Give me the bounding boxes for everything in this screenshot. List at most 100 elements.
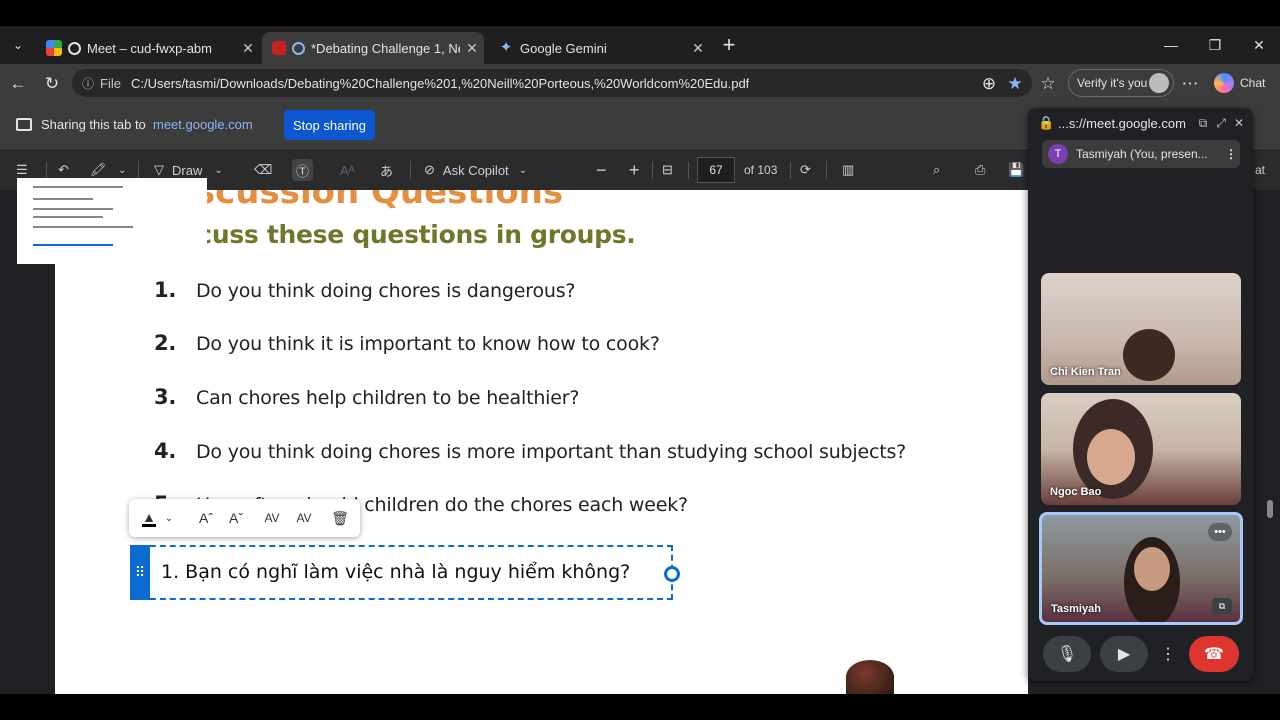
page-subheading: Discuss these questions in groups. — [154, 220, 636, 249]
end-call-icon[interactable]: ☎ — [1189, 636, 1239, 672]
sharing-link[interactable]: meet.google.com — [153, 117, 253, 132]
tile-more-icon[interactable]: ••• — [1208, 523, 1232, 541]
text-format-toolbar: ▲ ⌄ Aˆ Aˇ AV AV 🗑 — [129, 499, 360, 537]
pip-icon[interactable]: ⧉ — [1212, 598, 1232, 614]
expand-icon[interactable]: ⤢ — [1212, 116, 1230, 131]
new-tab-button[interactable]: + — [717, 32, 741, 57]
bottom-letterbox — [0, 694, 1280, 720]
zoom-icon[interactable]: ⊕ — [977, 72, 1001, 96]
favorites-icon[interactable]: ☆ — [1036, 72, 1060, 96]
more-controls-icon[interactable]: ⋮ — [1157, 636, 1179, 672]
resize-handle[interactable] — [664, 566, 680, 582]
chat-button[interactable]: Chat — [1214, 73, 1265, 93]
browser-window: ⌄ Meet – cud-fwxp-abm ✕ *Debating Challe… — [0, 0, 1280, 720]
reload-icon[interactable]: ↻ — [40, 72, 64, 96]
more-options-icon[interactable]: ⋮ — [1222, 147, 1240, 161]
back-to-tab-icon[interactable]: ⧉ — [1194, 116, 1212, 131]
increase-font-size-icon[interactable]: Aˆ — [197, 507, 215, 529]
question-number: 3. — [154, 385, 177, 409]
text-annotation-box[interactable]: ⠿ 1. Bạn có nghĩ làm việc nhà là nguy hi… — [130, 545, 680, 600]
close-tab-icon[interactable]: ✕ — [236, 40, 260, 57]
separator — [410, 161, 411, 179]
drag-handle-icon[interactable]: ⠿ — [130, 545, 150, 600]
thumbnail-text-line — [33, 208, 113, 210]
more-menu-icon[interactable]: ⋯ — [1178, 72, 1202, 96]
verify-identity-button[interactable]: Verify it's you — [1068, 69, 1174, 97]
delete-trash-icon[interactable]: 🗑 — [331, 507, 349, 529]
text-color-icon[interactable]: ▲ — [141, 507, 157, 529]
add-text-icon[interactable]: Ⓣ — [292, 159, 314, 181]
question-number: 2. — [154, 331, 177, 355]
eraser-icon[interactable]: ⌫ — [254, 159, 272, 181]
presenting-banner[interactable]: T Tasmiyah (You, presen... ⋮ — [1042, 140, 1240, 168]
profile-avatar — [1149, 73, 1169, 93]
page-number-input[interactable]: 67 — [697, 157, 735, 183]
fit-page-icon[interactable]: ⊟ — [662, 159, 673, 181]
stop-sharing-button[interactable]: Stop sharing — [284, 110, 375, 140]
tab-search-chevron-icon[interactable]: ⌄ — [6, 33, 30, 57]
rotate-icon[interactable]: ⟳ — [800, 159, 811, 181]
question-item: 1. Do you think doing chores is dangerous… — [154, 278, 576, 302]
save-icon[interactable]: 💾 — [1008, 159, 1024, 181]
ask-copilot-button[interactable]: ⊘ Ask Copilot ⌄ — [424, 159, 527, 181]
screen-share-thumbnail[interactable] — [17, 178, 207, 264]
cutoff-heading: Discussion Questions — [155, 190, 564, 212]
increase-spacing-icon[interactable]: AV — [261, 507, 283, 529]
bookmark-star-icon[interactable]: ★ — [1003, 72, 1027, 96]
tab-strip: ⌄ Meet – cud-fwxp-abm ✕ *Debating Challe… — [0, 26, 1280, 64]
text-annotation-content[interactable]: 1. Bạn có nghĩ làm việc nhà là nguy hiểm… — [161, 561, 630, 583]
search-icon[interactable]: ⌕ — [933, 159, 940, 181]
sharing-text: Sharing this tab to — [41, 117, 146, 132]
zoom-out-icon[interactable]: − — [596, 159, 607, 181]
draw-chevron-icon: ⌄ — [214, 164, 223, 176]
back-arrow-icon[interactable]: ← — [6, 72, 30, 96]
thumbnail-text-line — [33, 216, 103, 218]
close-pip-icon[interactable]: ✕ — [1230, 116, 1248, 130]
copilot-icon: ⊘ — [424, 162, 435, 177]
lock-icon: 🔒 — [1038, 115, 1055, 130]
camera-icon[interactable]: ▶ — [1100, 636, 1148, 672]
maximize-icon[interactable]: ❐ — [1192, 26, 1238, 64]
close-tab-icon[interactable]: ✕ — [460, 40, 484, 57]
pdf-page: Discussion Questions Discuss these quest… — [55, 190, 1028, 694]
tab-pdf[interactable]: *Debating Challenge 1, Neill P ✕ — [262, 32, 484, 64]
decrease-spacing-icon[interactable]: AV — [293, 507, 315, 529]
participant-tile-self[interactable]: ••• ⧉ Tasmiyah — [1039, 512, 1243, 625]
tab-meet[interactable]: Meet – cud-fwxp-abm ✕ — [36, 32, 260, 64]
participant-tile[interactable]: Ngoc Bao — [1041, 393, 1241, 505]
draw-label: Draw — [172, 162, 203, 178]
separator — [688, 161, 689, 179]
participant-tile[interactable]: Chi Kien Tran — [1041, 273, 1241, 385]
copilot-chevron-icon: ⌄ — [518, 164, 528, 176]
page-view-icon[interactable]: ▥ — [842, 159, 854, 181]
meet-url: ...s://meet.google.com — [1058, 115, 1186, 131]
text-color-chevron-icon[interactable]: ⌄ — [163, 507, 175, 529]
scrollbar-thumb[interactable] — [1267, 500, 1273, 518]
url-text: C:/Users/tasmi/Downloads/Debating%20Chal… — [130, 75, 750, 91]
gemini-sparkle-icon: ✦ — [499, 39, 513, 56]
translate-icon[interactable]: あ — [380, 159, 393, 181]
zoom-in-icon[interactable]: + — [629, 159, 640, 181]
minimize-icon[interactable]: — — [1148, 26, 1194, 64]
question-number: 1. — [154, 278, 177, 302]
separator — [652, 161, 653, 179]
tab-title: *Debating Challenge 1, Neill P — [311, 40, 460, 56]
screen-share-icon — [16, 118, 32, 131]
close-window-icon[interactable]: ✕ — [1236, 26, 1280, 64]
print-icon[interactable]: ⎙ — [975, 159, 985, 181]
participant-video — [1123, 329, 1175, 381]
separator — [790, 161, 791, 179]
presenter-avatar: T — [1048, 144, 1068, 164]
question-item: 2. Do you think it is important to know h… — [154, 331, 660, 355]
url-field[interactable]: ⓘ File C:/Users/tasmi/Downloads/Debating… — [72, 69, 1032, 97]
tab-gemini[interactable]: ✦ Google Gemini ✕ — [488, 32, 710, 64]
close-tab-icon[interactable]: ✕ — [686, 40, 710, 57]
thumbnail-text-line — [33, 198, 93, 200]
copilot-label: Ask Copilot — [442, 162, 509, 178]
decrease-font-size-icon[interactable]: Aˇ — [227, 507, 245, 529]
info-icon[interactable]: ⓘ — [82, 75, 94, 92]
participant-name: Tasmiyah — [1051, 603, 1101, 615]
participant-face — [1134, 547, 1170, 591]
participant-face — [1087, 429, 1135, 485]
microphone-icon[interactable]: 🎙 — [1043, 636, 1091, 672]
